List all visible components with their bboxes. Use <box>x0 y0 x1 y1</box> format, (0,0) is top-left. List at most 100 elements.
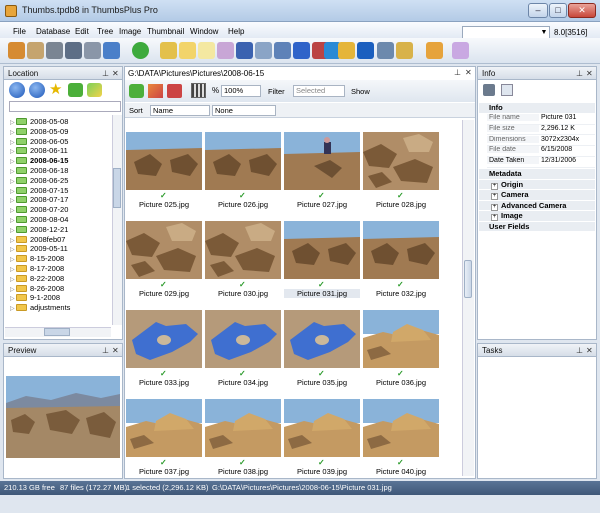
print-icon[interactable] <box>217 42 234 59</box>
user-fields-row[interactable]: User Fields <box>479 221 595 232</box>
chevron-down-icon[interactable]: ▼ <box>539 27 549 38</box>
scan-icon[interactable] <box>46 42 63 59</box>
close-button[interactable]: ✕ <box>568 3 596 18</box>
forward-button[interactable] <box>29 82 45 98</box>
thumbnail-item[interactable]: ✓ Picture 032.jpg <box>363 209 439 298</box>
pin-icon[interactable]: ⊥ <box>454 68 461 77</box>
page-icon[interactable] <box>501 84 513 96</box>
tree-item[interactable]: ▷ 2008-12-21 <box>10 225 110 235</box>
tree-item[interactable]: ▷ 2009-05-11 <box>10 244 110 254</box>
info-section-header[interactable]: Info <box>479 103 595 113</box>
selected-filter-select[interactable]: Selected <box>293 85 345 97</box>
web-icon[interactable] <box>274 42 291 59</box>
tree-item[interactable]: ▷ 2008-08-04 <box>10 215 110 225</box>
menu-tree[interactable]: Tree <box>97 27 113 36</box>
open-icon[interactable] <box>8 42 25 59</box>
monitor-icon[interactable] <box>103 42 120 59</box>
tree-item[interactable]: ▷ 2008-07-20 <box>10 205 110 215</box>
close-icon[interactable]: ✕ <box>586 346 593 355</box>
refresh-icon[interactable] <box>68 83 83 97</box>
tree-item[interactable]: ▷ 2008-07-15 <box>10 186 110 196</box>
close-icon[interactable]: ✕ <box>465 68 472 77</box>
help-icon[interactable] <box>293 42 310 59</box>
email-icon[interactable] <box>255 42 272 59</box>
monitor2-icon[interactable] <box>236 42 253 59</box>
rotate-icon[interactable] <box>129 84 144 98</box>
export-icon[interactable] <box>452 42 469 59</box>
thumbnail-image[interactable] <box>284 132 360 190</box>
new-folder-icon[interactable] <box>87 83 102 97</box>
pin-icon[interactable]: ⊥ <box>576 69 583 78</box>
expand-icon[interactable]: + <box>491 182 498 190</box>
scan2-icon[interactable] <box>357 42 374 59</box>
location-vscroll-thumb[interactable] <box>113 168 121 208</box>
sort-field-select[interactable]: Name <box>150 105 210 116</box>
thumbnail-image[interactable] <box>284 399 360 457</box>
slideshow-icon[interactable] <box>84 42 101 59</box>
thumbnail-image[interactable] <box>363 221 439 279</box>
thumbnail-image[interactable] <box>205 310 281 368</box>
back-button[interactable] <box>9 82 25 98</box>
location-combo[interactable] <box>9 101 121 112</box>
thumbnail-item[interactable]: ✓ Picture 038.jpg <box>205 387 281 476</box>
minimize-button[interactable]: – <box>528 3 548 18</box>
thumbnail-item[interactable]: ✓ Picture 036.jpg <box>363 298 439 387</box>
thumbnail-item[interactable]: ✓ Picture 028.jpg <box>363 120 439 209</box>
tree-item[interactable]: ▷ 8-15-2008 <box>10 254 110 264</box>
tree-item[interactable]: ▷ 8-22-2008 <box>10 274 110 284</box>
favorites-star-icon[interactable]: ★ <box>49 82 65 98</box>
thumbnail-image[interactable] <box>126 399 202 457</box>
pin-icon[interactable]: ⊥ <box>102 69 109 78</box>
tree-item[interactable]: ▷ 2008-06-05 <box>10 137 110 147</box>
properties-icon[interactable] <box>483 84 495 96</box>
folder2-icon[interactable] <box>426 42 443 59</box>
edit2-icon[interactable] <box>396 42 413 59</box>
metadata-header[interactable]: Metadata <box>479 169 595 180</box>
thumbnail-item[interactable]: ✓ Picture 030.jpg <box>205 209 281 298</box>
location-hscroll-thumb[interactable] <box>44 328 70 336</box>
tree-item[interactable]: ▷ 8-26-2008 <box>10 284 110 294</box>
view-icon[interactable] <box>65 42 82 59</box>
thumbnail-image[interactable] <box>205 221 281 279</box>
filter-button[interactable]: Filter <box>268 87 285 96</box>
thumbnail-item[interactable]: ✓ Picture 034.jpg <box>205 298 281 387</box>
tree-item[interactable]: ▷ 2008-07-17 <box>10 195 110 205</box>
metadata-advanced-camera[interactable]: + Advanced Camera <box>479 200 595 211</box>
sort-label[interactable]: Sort <box>129 106 143 115</box>
maximize-button[interactable]: □ <box>549 3 567 18</box>
menu-database[interactable]: Database <box>36 27 70 36</box>
thumbnail-item[interactable]: ✓ Picture 029.jpg <box>126 209 202 298</box>
tree-item[interactable]: ▷ 2008-05-08 <box>10 117 110 127</box>
metadata-image[interactable]: + Image <box>479 211 595 222</box>
thumbnail-vscroll[interactable] <box>462 120 474 476</box>
search-icon[interactable] <box>160 42 177 59</box>
tree-item[interactable]: ▷ 2008-05-09 <box>10 127 110 137</box>
thumbnail-item[interactable]: ✓ Picture 039.jpg <box>284 387 360 476</box>
menu-image[interactable]: Image <box>119 27 141 36</box>
note-icon[interactable] <box>198 42 215 59</box>
thumbnail-item[interactable]: ✓ Picture 027.jpg <box>284 120 360 209</box>
thumbnail-image[interactable] <box>126 310 202 368</box>
thumbnail-item[interactable]: ✓ Picture 026.jpg <box>205 120 281 209</box>
expand-icon[interactable]: + <box>491 203 498 211</box>
thumbnail-image[interactable] <box>363 399 439 457</box>
thumbnail-image[interactable] <box>126 132 202 190</box>
menu-file[interactable]: File <box>13 27 26 36</box>
thumbnail-item[interactable]: ✓ Picture 031.jpg <box>284 209 360 298</box>
catalog-icon[interactable] <box>27 42 44 59</box>
thumbnail-image[interactable] <box>205 132 281 190</box>
tree-item[interactable]: ▷ 9-1-2008 <box>10 293 110 303</box>
tree-item[interactable]: ▷ 2008-06-18 <box>10 166 110 176</box>
filmstrip-icon[interactable] <box>191 83 206 98</box>
tree-item[interactable]: ▷ 2008-06-15 <box>10 156 110 166</box>
thumbnail-item[interactable]: ✓ Picture 025.jpg <box>126 120 202 209</box>
thumbnail-item[interactable]: ✓ Picture 035.jpg <box>284 298 360 387</box>
thumbnail-image[interactable] <box>126 221 202 279</box>
thumbnail-image[interactable] <box>205 399 281 457</box>
close-icon[interactable]: ✕ <box>112 346 119 355</box>
pin-icon[interactable]: ⊥ <box>102 346 109 355</box>
expand-icon[interactable]: + <box>491 193 498 200</box>
tree-item[interactable]: ▷ adjustments <box>10 303 110 313</box>
close-icon[interactable]: ✕ <box>586 69 593 78</box>
menu-edit[interactable]: Edit <box>75 27 89 36</box>
